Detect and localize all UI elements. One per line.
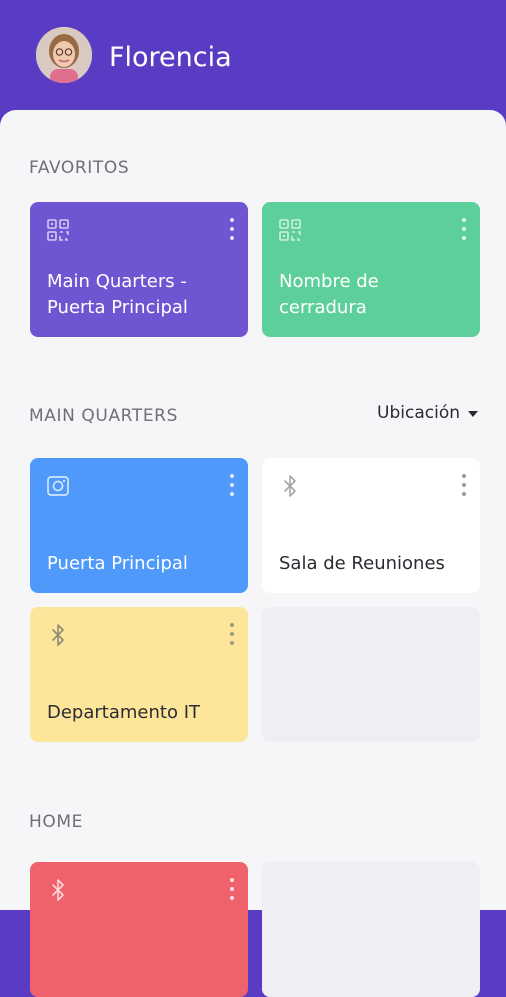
lock-card-puerta-principal[interactable]: Puerta Principal xyxy=(30,458,248,593)
bluetooth-icon xyxy=(52,624,64,646)
more-options-icon[interactable] xyxy=(230,623,234,645)
lock-card-departamento-it[interactable]: Departamento IT xyxy=(30,607,248,742)
more-options-icon[interactable] xyxy=(230,218,234,240)
qr-code-icon xyxy=(279,219,301,241)
more-options-icon[interactable] xyxy=(230,878,234,900)
favorite-card-main-quarters[interactable]: Main Quarters - Puerta Principal xyxy=(30,202,248,337)
card-label: Nombre de cerradura xyxy=(279,271,379,318)
avatar[interactable] xyxy=(36,27,92,83)
caret-down-icon xyxy=(468,411,478,417)
qr-code-icon xyxy=(47,219,69,241)
section-title-main-quarters: MAIN QUARTERS xyxy=(29,406,178,426)
favorite-card-nombre-de-cerradura[interactable]: Nombre de cerradura xyxy=(262,202,480,337)
username: Florencia xyxy=(109,42,232,73)
bluetooth-icon xyxy=(284,475,296,497)
card-label: Sala de Reuniones xyxy=(279,553,445,574)
location-dropdown-label: Ubicación xyxy=(377,403,460,423)
more-options-icon[interactable] xyxy=(462,474,466,496)
empty-card-slot xyxy=(262,862,480,997)
lock-card-home[interactable] xyxy=(30,862,248,997)
card-label: Puerta Principal xyxy=(47,553,188,574)
section-title-home: HOME xyxy=(29,812,83,832)
more-options-icon[interactable] xyxy=(230,474,234,496)
card-label: Main Quarters - Puerta Principal xyxy=(47,271,188,318)
lock-card-sala-de-reuniones[interactable]: Sala de Reuniones xyxy=(262,458,480,593)
avatar-photo xyxy=(36,27,92,83)
camera-icon xyxy=(47,476,69,496)
bluetooth-icon xyxy=(52,879,64,901)
card-label: Departamento IT xyxy=(47,702,200,723)
location-dropdown[interactable]: Ubicación xyxy=(377,403,478,423)
more-options-icon[interactable] xyxy=(462,218,466,240)
empty-card-slot xyxy=(262,607,480,742)
header: Florencia xyxy=(0,0,506,120)
section-title-favoritos: FAVORITOS xyxy=(29,158,130,178)
